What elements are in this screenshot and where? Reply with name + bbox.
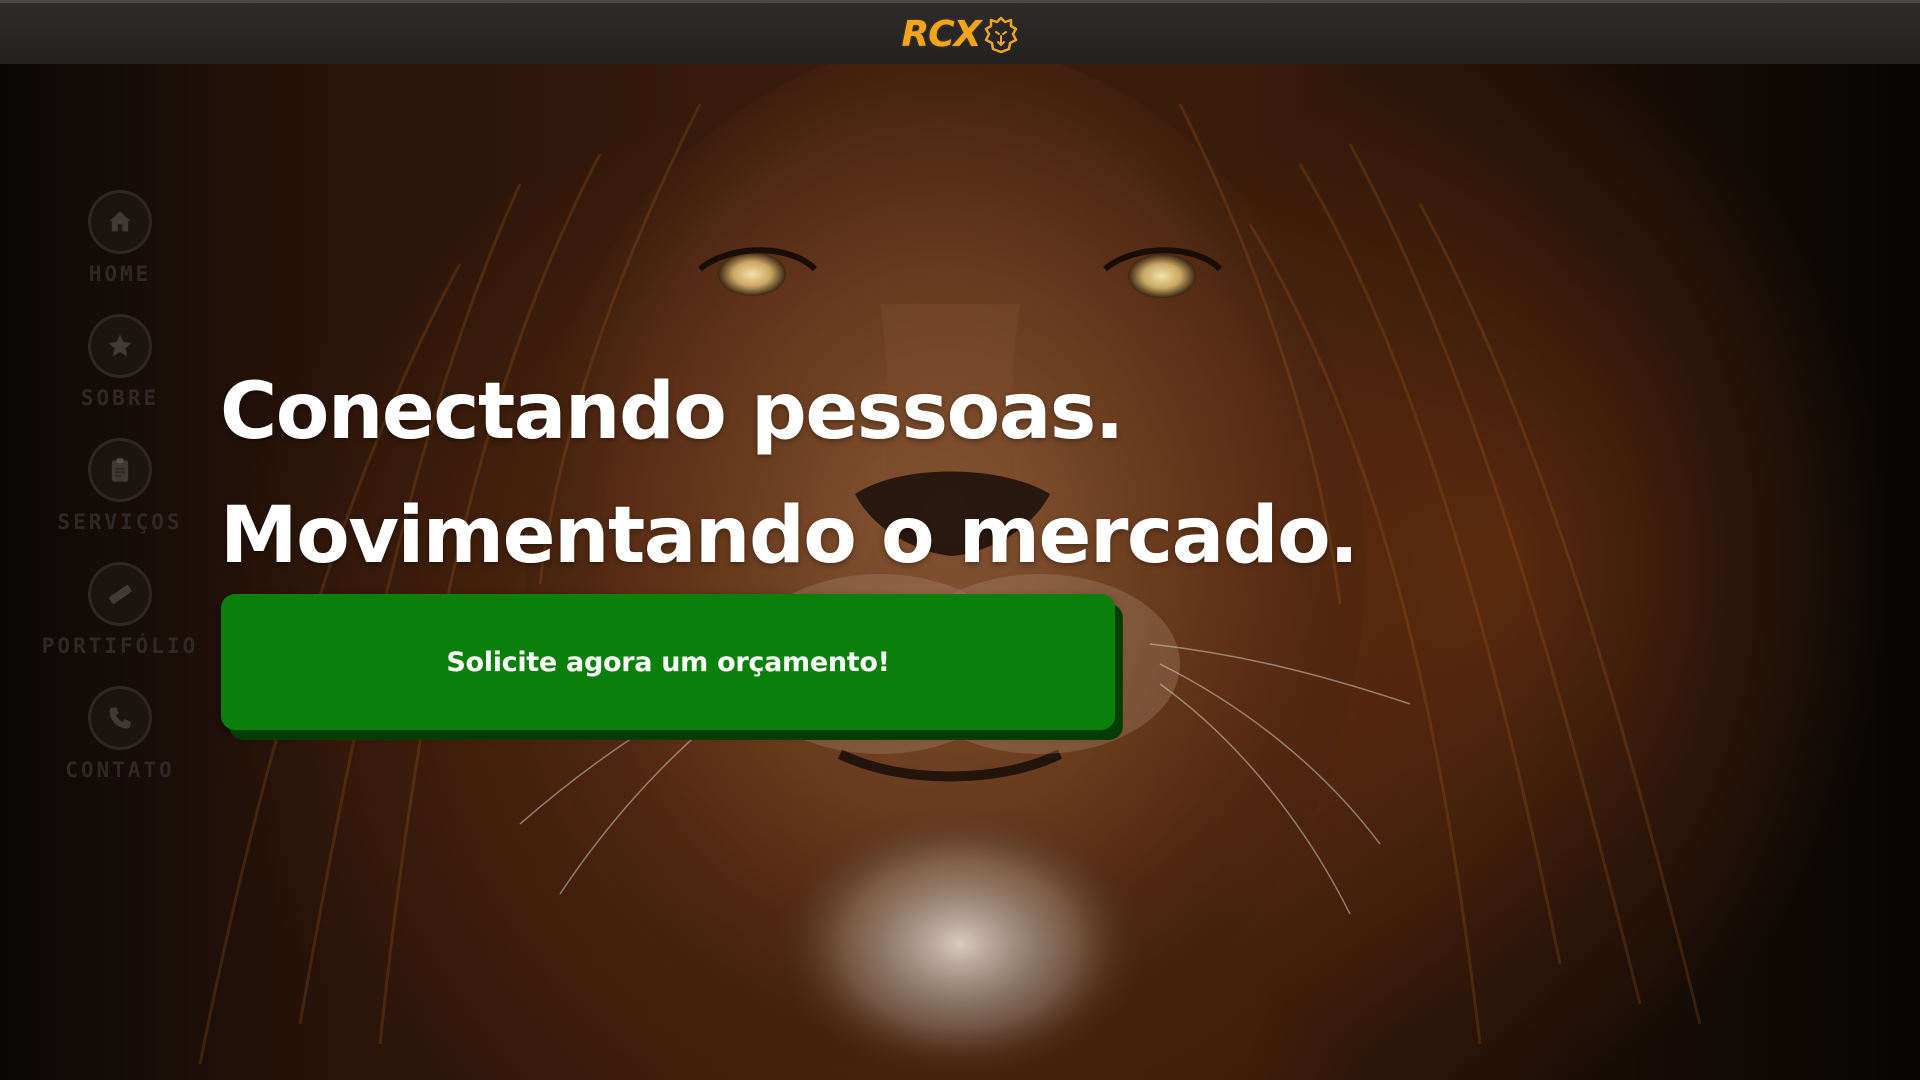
request-quote-label: Solicite agora um orçamento! — [446, 646, 890, 678]
nav-circle — [88, 190, 152, 254]
clipboard-icon — [111, 458, 129, 482]
nav-circle — [88, 562, 152, 626]
nav-item-contato[interactable]: CONTATO — [20, 686, 220, 810]
phone-icon — [109, 707, 131, 729]
nav-label: SERVIÇOS — [57, 510, 183, 534]
nav-item-sobre[interactable]: SOBRE — [20, 314, 220, 438]
nav-circle — [88, 686, 152, 750]
ruler-icon — [108, 584, 132, 605]
landing-page: RCX HOME SOBRE SERVIÇOS PORTIFÓLIO CONTA… — [0, 0, 1920, 1080]
side-navigation: HOME SOBRE SERVIÇOS PORTIFÓLIO CONTATO — [20, 190, 220, 810]
nav-item-home[interactable]: HOME — [20, 190, 220, 314]
nav-label: PORTIFÓLIO — [41, 634, 199, 658]
nav-circle — [88, 438, 152, 502]
nav-item-servicos[interactable]: SERVIÇOS — [20, 438, 220, 562]
brand-logo[interactable]: RCX — [902, 14, 1019, 55]
nav-label: SOBRE — [80, 386, 160, 410]
logo-text: RCX — [901, 14, 982, 55]
nav-label: HOME — [88, 262, 152, 286]
request-quote-button[interactable]: Solicite agora um orçamento! — [221, 594, 1115, 730]
nav-item-portifolio[interactable]: PORTIFÓLIO — [20, 562, 220, 686]
star-icon — [108, 334, 132, 357]
headline-line-1: Conectando pessoas. — [220, 367, 1124, 457]
lion-head-icon — [985, 16, 1018, 53]
top-bar: RCX — [0, 0, 1920, 64]
headline-line-2: Movimentando o mercado. — [220, 491, 1359, 581]
nav-circle — [88, 314, 152, 378]
hero-headline: Conectando pessoas. Movimentando o merca… — [220, 350, 1359, 598]
nav-label: CONTATO — [65, 758, 175, 782]
home-icon — [109, 211, 131, 232]
